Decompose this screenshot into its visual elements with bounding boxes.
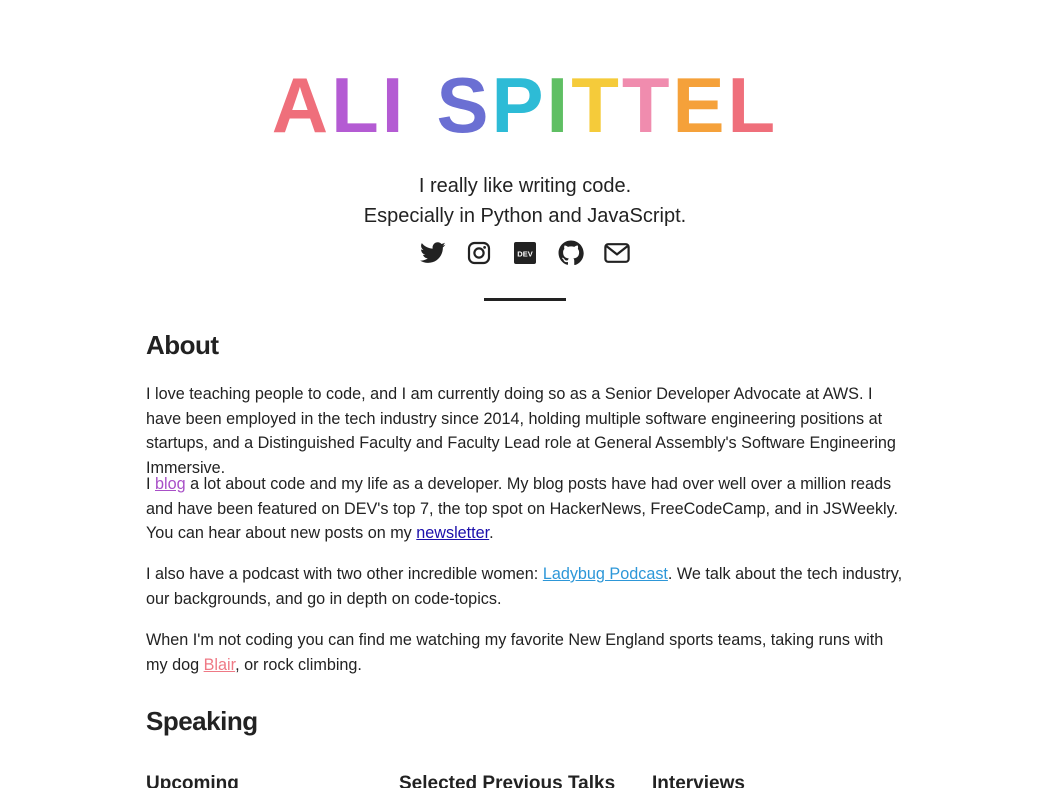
about-heading: About (146, 330, 219, 360)
ladybug-podcast-link[interactable]: Ladybug Podcast (543, 565, 668, 583)
title-letter: I (546, 61, 572, 149)
instagram-icon[interactable] (466, 238, 492, 268)
about-paragraph-1: I love teaching people to code, and I am… (146, 385, 896, 477)
dev-icon[interactable]: DEV (512, 238, 538, 268)
p2-text-start: I (146, 475, 155, 493)
page: ALI SPITTEL I really like writing code. E… (0, 0, 1050, 788)
about-paragraph-2: I blog a lot about code and my life as a… (146, 472, 906, 546)
title-letter: E (672, 61, 728, 149)
email-icon[interactable] (604, 238, 630, 268)
title-letter: I (381, 61, 407, 149)
speaking-heading: Speaking (146, 706, 258, 736)
blog-link[interactable]: blog (155, 475, 186, 493)
twitter-icon[interactable] (420, 238, 446, 268)
title-letter: S (436, 61, 492, 149)
site-title: ALI SPITTEL (0, 62, 1050, 148)
about-paragraph-3: I also have a podcast with two other inc… (146, 562, 906, 611)
p4-text-end: , or rock climbing. (235, 655, 362, 674)
previous-talks-heading: Selected Previous Talks (399, 773, 616, 788)
about-paragraph-4: When I'm not coding you can find me watc… (146, 628, 906, 677)
svg-text:DEV: DEV (517, 250, 532, 259)
blair-link[interactable]: Blair (204, 656, 236, 674)
p2-text-middle: a lot about code and my life as a develo… (146, 475, 899, 543)
social-links: DEV (0, 238, 1050, 268)
tagline-line-2: Especially in Python and JavaScript. (363, 205, 687, 227)
upcoming-heading: Upcoming (146, 773, 239, 788)
title-letter: A (271, 61, 332, 149)
speaking-columns: Upcoming Selected Previous Talks Intervi… (146, 773, 906, 788)
newsletter-link[interactable]: newsletter (416, 524, 489, 542)
title-letter: L (331, 61, 382, 149)
tagline-line-1: I really like writing code. (418, 175, 632, 197)
interviews-heading: Interviews (652, 773, 745, 788)
header-divider (484, 298, 566, 301)
p2-text-end: . (489, 524, 494, 543)
title-letter: L (727, 61, 779, 149)
title-letter: T (621, 61, 673, 149)
title-letter: P (491, 61, 547, 149)
title-letter: T (571, 61, 622, 149)
github-icon[interactable] (558, 238, 584, 268)
p3-text-start: I also have a podcast with two other inc… (146, 565, 543, 583)
